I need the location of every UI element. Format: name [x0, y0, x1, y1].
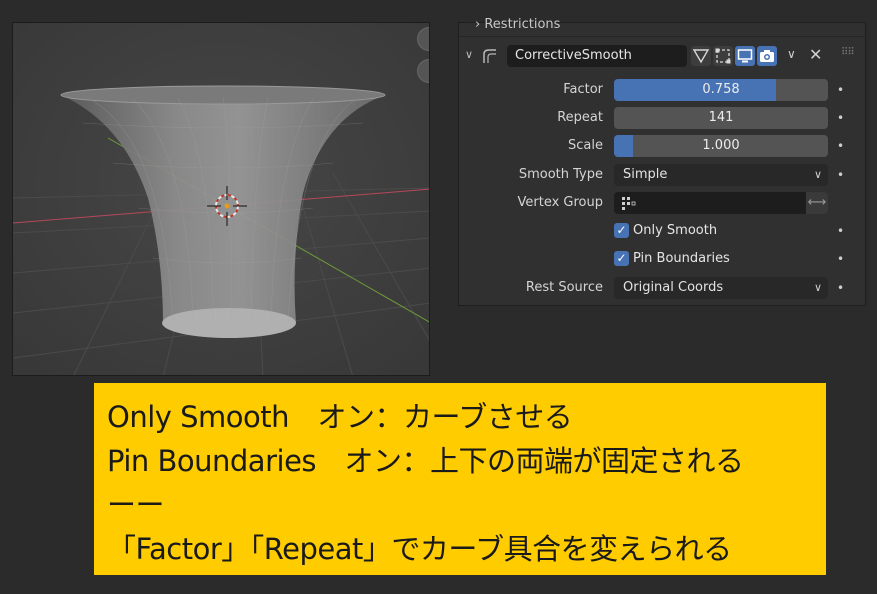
- divider: [459, 36, 865, 37]
- only-smooth-row: ✓ Only Smooth •: [459, 220, 865, 242]
- factor-label: Factor: [563, 82, 603, 97]
- chevron-right-icon: ›: [475, 17, 481, 32]
- pin-boundaries-checkbox[interactable]: ✓: [614, 251, 629, 266]
- modifier-properties-panel: › Restrictions ∨ CorrectiveSmooth ∨ ✕ ⠿⠿…: [458, 17, 866, 306]
- rest-source-dropdown[interactable]: Original Coords ∨: [614, 277, 828, 299]
- factor-slider[interactable]: 0.758: [614, 79, 828, 101]
- restrictions-subpanel-header[interactable]: › Restrictions: [475, 17, 560, 32]
- vertex-group-label: Vertex Group: [517, 195, 604, 210]
- repeat-field[interactable]: 141: [614, 107, 828, 129]
- edit-mode-toggle[interactable]: [713, 46, 733, 66]
- edit-cage-icon: [692, 49, 710, 64]
- vertex-group-row: Vertex Group ⟷: [459, 192, 865, 214]
- note-line-2: Pin Boundaries オン：上下の両端が固定される: [107, 444, 744, 478]
- annotation-note: Only Smooth オン：カーブさせる Pin Boundaries オン：…: [94, 383, 826, 575]
- scale-label: Scale: [568, 138, 603, 153]
- 3d-viewport[interactable]: [12, 22, 430, 376]
- only-smooth-checkbox[interactable]: ✓: [614, 223, 629, 238]
- restrictions-label: Restrictions: [484, 17, 561, 32]
- swap-arrows-icon: ⟷: [807, 195, 827, 210]
- repeat-label: Repeat: [557, 110, 603, 125]
- chevron-down-icon: ∨: [813, 281, 822, 294]
- monitor-icon: [737, 49, 753, 63]
- animate-property-icon[interactable]: •: [837, 277, 844, 299]
- animate-property-icon[interactable]: •: [837, 107, 844, 129]
- factor-row: Factor 0.758 •: [459, 79, 865, 101]
- note-line-4: 「Factor」「Repeat」でカーブ具合を変えられる: [107, 532, 732, 566]
- modifier-header: ∨ CorrectiveSmooth ∨ ✕ ⠿⠿: [459, 44, 865, 70]
- animate-property-icon[interactable]: •: [837, 79, 844, 101]
- scale-value: 1.000: [702, 138, 740, 153]
- repeat-row: Repeat 141 •: [459, 107, 865, 129]
- scale-row: Scale 1.000 •: [459, 135, 865, 157]
- animate-property-icon[interactable]: •: [837, 220, 844, 242]
- animate-property-icon[interactable]: •: [837, 164, 844, 186]
- viewport-display-toggle[interactable]: [735, 46, 755, 66]
- chevron-down-icon: ∨: [813, 168, 822, 181]
- drag-handle-icon[interactable]: ⠿⠿: [841, 47, 855, 58]
- edit-mode-icon: [715, 48, 731, 64]
- viewport-scene: [13, 23, 429, 375]
- close-icon[interactable]: ✕: [809, 45, 822, 64]
- note-line-1: Only Smooth オン：カーブさせる: [107, 400, 573, 434]
- scale-slider[interactable]: 1.000: [614, 135, 828, 157]
- modifier-menu-chevron-icon[interactable]: ∨: [787, 47, 796, 61]
- note-line-3: ーー: [107, 488, 165, 522]
- rest-source-label: Rest Source: [525, 280, 603, 295]
- pin-boundaries-label[interactable]: Pin Boundaries: [633, 248, 730, 270]
- rest-source-value: Original Coords: [623, 280, 724, 295]
- only-smooth-label[interactable]: Only Smooth: [633, 220, 717, 242]
- pin-boundaries-row: ✓ Pin Boundaries •: [459, 248, 865, 270]
- vertex-group-field[interactable]: [614, 192, 806, 214]
- vertex-group-icon: [622, 197, 636, 210]
- camera-icon: [760, 50, 774, 62]
- collapse-chevron-icon[interactable]: ∨: [465, 48, 473, 61]
- rest-source-row: Rest Source Original Coords ∨ •: [459, 277, 865, 299]
- smooth-type-value: Simple: [623, 167, 668, 182]
- factor-value: 0.758: [702, 82, 740, 97]
- render-toggle[interactable]: [757, 46, 777, 66]
- smooth-type-row: Smooth Type Simple ∨ •: [459, 164, 865, 186]
- animate-property-icon[interactable]: •: [837, 248, 844, 270]
- repeat-value: 141: [708, 110, 734, 125]
- smooth-type-label: Smooth Type: [518, 167, 603, 182]
- edit-cage-toggle[interactable]: [691, 46, 711, 66]
- invert-vertex-group-button[interactable]: ⟷: [806, 192, 828, 214]
- smooth-type-dropdown[interactable]: Simple ∨: [614, 164, 828, 186]
- corrective-smooth-modifier-icon: [483, 49, 496, 63]
- modifier-name-input[interactable]: CorrectiveSmooth: [507, 45, 687, 67]
- animate-property-icon[interactable]: •: [837, 135, 844, 157]
